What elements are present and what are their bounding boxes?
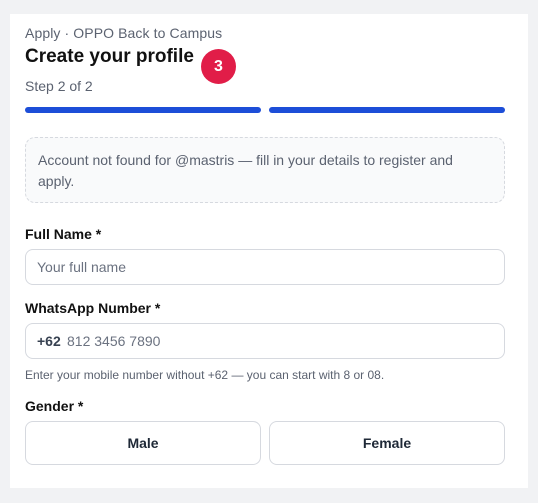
gender-male-button[interactable]: Male: [25, 421, 261, 465]
account-notice: Account not found for @mastris — fill in…: [25, 137, 505, 203]
step-indicator: Step 2 of 2: [25, 78, 93, 94]
progress-segment-2: [269, 107, 505, 113]
page-title: Create your profile: [25, 46, 194, 67]
profile-form-card: Apply · OPPO Back to Campus Create your …: [10, 14, 528, 488]
whatsapp-field[interactable]: +62: [25, 323, 507, 359]
full-name-field[interactable]: [25, 249, 505, 285]
step-badge: 3: [201, 49, 236, 84]
progress-segment-1: [25, 107, 261, 113]
full-name-label: Full Name *: [25, 226, 102, 242]
gender-female-button[interactable]: Female: [269, 421, 505, 465]
account-notice-text: Account not found for @mastris — fill in…: [38, 152, 453, 189]
country-code-prefix: +62: [37, 333, 61, 349]
gender-label: Gender *: [25, 398, 84, 414]
breadcrumb: Apply · OPPO Back to Campus: [25, 25, 223, 41]
whatsapp-input[interactable]: [67, 324, 507, 358]
whatsapp-label: WhatsApp Number *: [25, 300, 161, 316]
whatsapp-hint: Enter your mobile number without +62 — y…: [25, 368, 385, 382]
full-name-input[interactable]: [37, 250, 477, 284]
